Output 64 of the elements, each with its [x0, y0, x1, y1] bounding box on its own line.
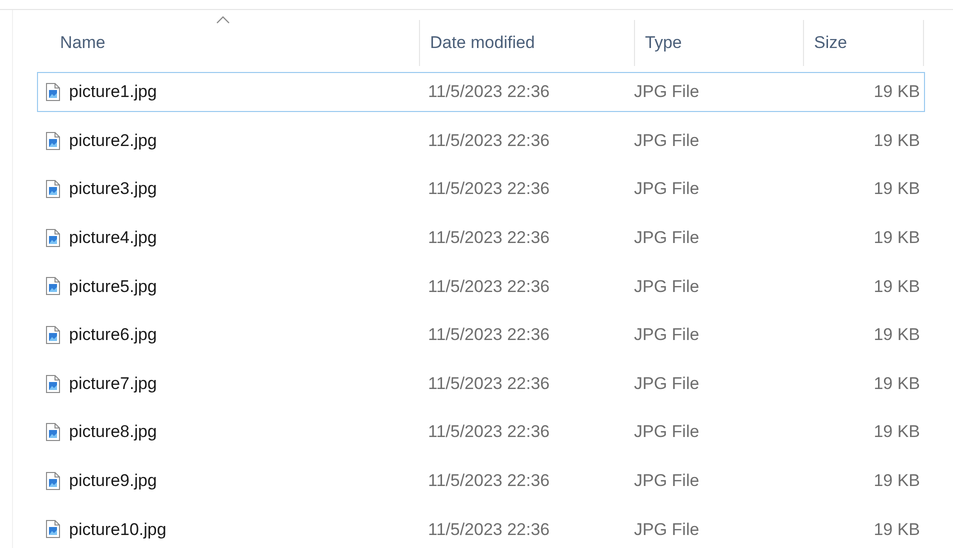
date-modified: 11/5/2023 22:36 [428, 324, 550, 346]
column-header[interactable]: Type [635, 20, 803, 66]
date-modified: 11/5/2023 22:36 [428, 130, 550, 152]
file-type: JPG File [634, 470, 700, 492]
file-name: picture2.jpg [69, 130, 157, 152]
file-name: picture8.jpg [69, 421, 157, 444]
date-modified: 11/5/2023 22:36 [428, 372, 550, 395]
file-name: picture4.jpg [69, 227, 157, 250]
date-modified: 11/5/2023 22:36 [428, 81, 550, 104]
date-modified: 11/5/2023 22:36 [428, 470, 550, 492]
file-row[interactable]: picture2.jpg 11/5/2023 22:36 JPG File 19 KB [37, 120, 925, 161]
image-file-icon [46, 277, 60, 296]
image-file-icon [46, 472, 60, 490]
file-size: 19 KB [874, 470, 920, 492]
image-file-icon [46, 423, 60, 442]
file-size: 19 KB [874, 324, 920, 346]
file-type: JPG File [634, 518, 700, 541]
file-name: picture10.jpg [69, 518, 166, 541]
file-name: picture3.jpg [69, 178, 157, 200]
date-modified: 11/5/2023 22:36 [428, 276, 550, 298]
file-size: 19 KB [874, 227, 920, 250]
file-row[interactable]: picture5.jpg 11/5/2023 22:36 JPG File 19 KB [37, 266, 925, 306]
image-file-icon [46, 180, 60, 198]
column-header[interactable]: Size [804, 20, 923, 66]
file-type: JPG File [634, 178, 700, 200]
file-size: 19 KB [874, 518, 920, 541]
file-row[interactable]: picture10.jpg 11/5/2023 22:36 JPG File 19 KB [37, 509, 925, 548]
file-size: 19 KB [874, 178, 920, 200]
image-file-icon [46, 520, 60, 538]
file-type: JPG File [634, 81, 700, 104]
image-file-icon [46, 132, 60, 150]
file-name: picture5.jpg [69, 276, 157, 298]
column-header[interactable]: Date modified [420, 20, 634, 66]
file-type: JPG File [634, 227, 700, 250]
column-header[interactable]: Name [13, 20, 419, 66]
file-type: JPG File [634, 276, 700, 298]
file-name: picture1.jpg [69, 81, 157, 104]
image-file-icon [46, 228, 60, 247]
file-row[interactable]: picture7.jpg 11/5/2023 22:36 JPG File 19 KB [37, 364, 925, 404]
image-file-icon [46, 326, 60, 344]
file-row[interactable]: picture3.jpg 11/5/2023 22:36 JPG File 19 KB [37, 169, 925, 210]
date-modified: 11/5/2023 22:36 [428, 421, 550, 444]
file-size: 19 KB [874, 130, 920, 152]
file-row[interactable]: picture9.jpg 11/5/2023 22:36 JPG File 19 KB [37, 460, 925, 501]
date-modified: 11/5/2023 22:36 [428, 178, 550, 200]
file-row[interactable]: picture6.jpg 11/5/2023 22:36 JPG File 19 KB [37, 314, 925, 355]
file-row[interactable]: picture4.jpg 11/5/2023 22:36 JPG File 19 KB [37, 218, 925, 258]
file-type: JPG File [634, 324, 700, 346]
file-row[interactable]: picture1.jpg 11/5/2023 22:36 JPG File 19 KB [37, 72, 925, 112]
file-type: JPG File [634, 421, 700, 444]
file-size: 19 KB [874, 81, 920, 104]
date-modified: 11/5/2023 22:36 [428, 227, 550, 250]
file-name: picture7.jpg [69, 372, 157, 395]
file-size: 19 KB [874, 276, 920, 298]
image-file-icon [46, 374, 60, 393]
file-type: JPG File [634, 130, 700, 152]
image-file-icon [46, 83, 60, 101]
file-size: 19 KB [874, 421, 920, 444]
file-type: JPG File [634, 372, 700, 395]
file-row[interactable]: picture8.jpg 11/5/2023 22:36 JPG File 19 KB [37, 412, 925, 452]
file-name: picture9.jpg [69, 470, 157, 492]
file-size: 19 KB [874, 372, 920, 395]
file-name: picture6.jpg [69, 324, 157, 346]
date-modified: 11/5/2023 22:36 [428, 518, 550, 541]
